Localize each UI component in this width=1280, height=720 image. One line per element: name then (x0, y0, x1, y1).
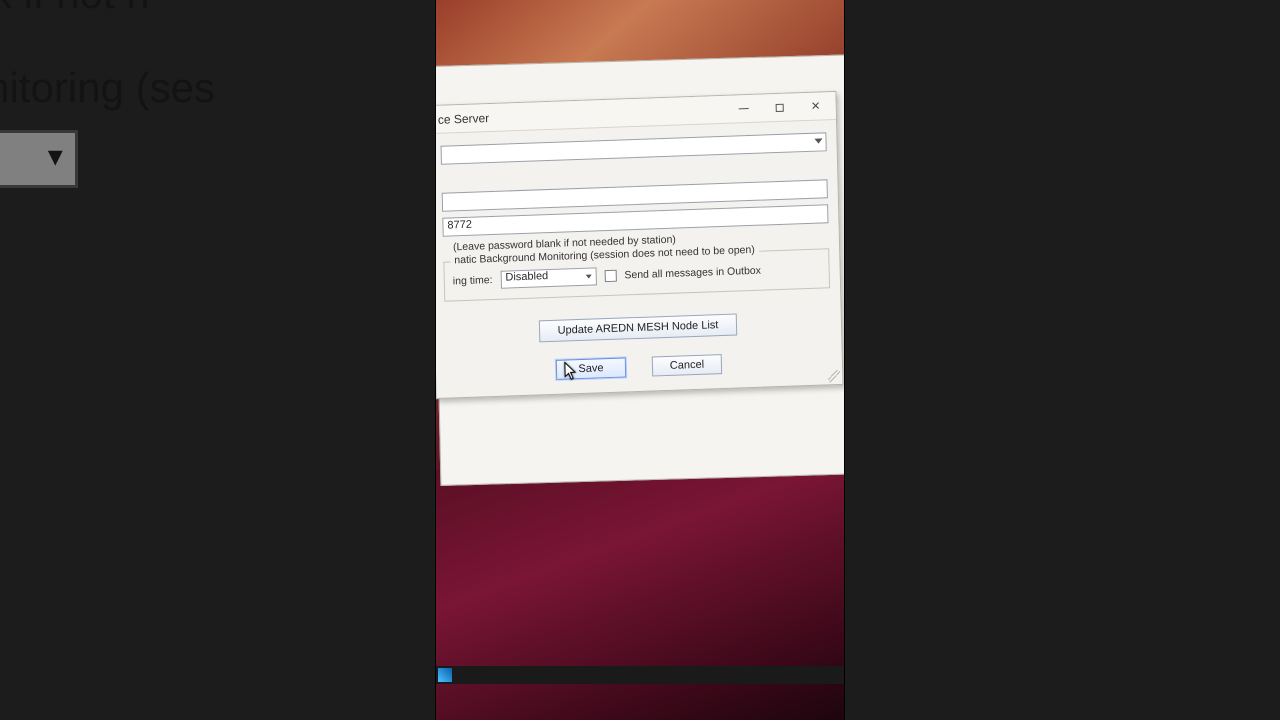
send-outbox-checkbox[interactable] (604, 270, 616, 282)
send-outbox-label: Send all messages in Outbox (624, 265, 761, 282)
cancel-button[interactable]: Cancel (652, 354, 722, 376)
bg-polling-select: Disabled (0, 130, 78, 188)
minimize-icon (739, 108, 749, 109)
close-icon: × (811, 99, 820, 114)
polling-time-label: ing time: (453, 274, 493, 287)
save-button[interactable]: Save (556, 357, 626, 379)
maximize-icon (776, 103, 784, 111)
windows-taskbar (436, 666, 844, 684)
monitoring-group: natic Background Monitoring (session doe… (443, 248, 830, 301)
dialog-body: 8772 (Leave password blank if not needed… (436, 120, 842, 398)
server-settings-dialog: ce Server × 8772 (Leave password blank i… (436, 91, 843, 399)
taskbar-icon (438, 668, 452, 682)
close-button[interactable]: × (797, 94, 834, 119)
polling-time-select[interactable]: Disabled (500, 267, 596, 288)
maximize-button[interactable] (761, 95, 798, 120)
update-node-list-button[interactable]: Update AREDN MESH Node List (538, 314, 737, 343)
dialog-title: ce Server (438, 111, 490, 127)
minimize-button[interactable] (725, 96, 762, 121)
resize-grip-icon[interactable] (828, 370, 840, 382)
action-row: Save Cancel (446, 350, 832, 383)
phone-video-strip: ce Server × 8772 (Leave password blank i… (436, 0, 844, 720)
window-buttons: × (725, 94, 834, 122)
update-row: Update AREDN MESH Node List (445, 310, 831, 345)
